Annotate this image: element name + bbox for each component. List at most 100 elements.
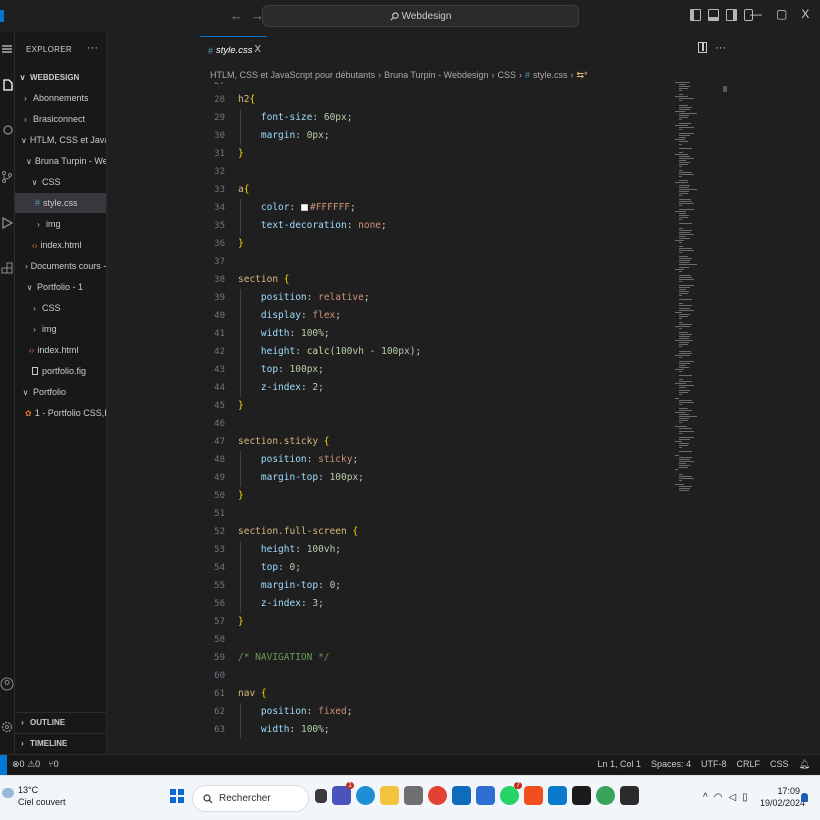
- code-line[interactable]: 27: [200, 82, 670, 91]
- encoding[interactable]: UTF-8: [701, 759, 727, 770]
- gear-icon[interactable]: [0, 720, 14, 734]
- workspace-root[interactable]: ∨ WEBDESIGN: [15, 67, 106, 87]
- ports-indicator[interactable]: ⑂0: [48, 759, 58, 770]
- code-line[interactable]: 49 margin-top: 100px;: [200, 469, 670, 487]
- code-line[interactable]: 28 h2{: [200, 91, 670, 109]
- tab-style-css[interactable]: # style.css X: [200, 36, 267, 64]
- tree-folder-brasiconnect[interactable]: › Brasiconnect: [15, 109, 106, 129]
- close-window-button[interactable]: X: [801, 7, 809, 21]
- files-icon[interactable]: [0, 78, 14, 92]
- figma-icon[interactable]: [524, 786, 543, 805]
- breadcrumb-item[interactable]: CSS: [497, 70, 516, 80]
- code-line[interactable]: 29 font-size: 60px;: [200, 109, 670, 127]
- extensions-icon[interactable]: [0, 262, 14, 276]
- run-debug-icon[interactable]: [0, 216, 14, 230]
- mail-icon[interactable]: [476, 786, 495, 805]
- code-line[interactable]: 36}: [200, 235, 670, 253]
- remote-indicator[interactable]: [0, 755, 7, 775]
- edge-icon[interactable]: [356, 786, 375, 805]
- tree-file-style-css[interactable]: # style.css: [15, 193, 106, 213]
- editor-scrollbar[interactable]: [723, 86, 727, 92]
- breadcrumb-item[interactable]: style.css: [533, 70, 568, 80]
- paint-icon[interactable]: [572, 786, 591, 805]
- toggle-panel-icon[interactable]: [708, 9, 719, 21]
- breadcrumb-symbol[interactable]: *: [584, 70, 588, 80]
- source-control-icon[interactable]: [0, 170, 14, 184]
- breadcrumb-item[interactable]: HTLM, CSS et JavaScript pour débutants: [210, 70, 375, 80]
- code-line[interactable]: 55 margin-top: 0;: [200, 577, 670, 595]
- code-line[interactable]: 62 position: fixed;: [200, 703, 670, 721]
- code-line[interactable]: 60: [200, 667, 670, 685]
- code-line[interactable]: 54 top: 0;: [200, 559, 670, 577]
- code-line[interactable]: 59 /* NAVIGATION */: [200, 649, 670, 667]
- tree-file-portfolio-fig[interactable]: portfolio.fig: [15, 361, 106, 381]
- code-line[interactable]: 53 height: 100vh;: [200, 541, 670, 559]
- code-line[interactable]: 61 nav {: [200, 685, 670, 703]
- explorer-more-actions[interactable]: ···: [87, 42, 98, 54]
- code-line[interactable]: 47 section.sticky {: [200, 433, 670, 451]
- volume-icon[interactable]: ◁: [728, 792, 736, 803]
- code-line[interactable]: 30 margin: 0px;: [200, 127, 670, 145]
- code-line[interactable]: 32: [200, 163, 670, 181]
- account-icon[interactable]: [0, 677, 14, 691]
- wifi-icon[interactable]: ◠: [714, 792, 723, 803]
- start-button[interactable]: [170, 789, 184, 803]
- weather-widget[interactable]: 13°C Ciel couvert: [2, 784, 66, 808]
- code-line[interactable]: 31}: [200, 145, 670, 163]
- code-line[interactable]: 63 width: 100%;: [200, 721, 670, 739]
- code-line[interactable]: 43 top: 100px;: [200, 361, 670, 379]
- breadcrumb-item[interactable]: Bruna Turpin - Webdesign: [384, 70, 488, 80]
- tree-folder-portfolio-1[interactable]: ∨ Portfolio - 1: [15, 277, 106, 297]
- code-line[interactable]: 56 z-index: 3;: [200, 595, 670, 613]
- code-line[interactable]: 40 display: flex;: [200, 307, 670, 325]
- code-line[interactable]: 34 color: #FFFFFF;: [200, 199, 670, 217]
- chrome-icon[interactable]: [428, 786, 447, 805]
- tree-folder-documents-cours[interactable]: ›Documents cours - ...: [15, 256, 106, 276]
- maximize-button[interactable]: ▢: [776, 7, 787, 21]
- vscode-icon[interactable]: [548, 786, 567, 805]
- tree-folder-abonnements[interactable]: › Abonnements: [15, 88, 106, 108]
- close-tab-button[interactable]: X: [254, 44, 261, 55]
- terminal-icon[interactable]: [620, 786, 639, 805]
- tree-file-index-html[interactable]: ‹› index.html: [15, 340, 106, 360]
- code-line[interactable]: 39 position: relative;: [200, 289, 670, 307]
- code-line[interactable]: 50}: [200, 487, 670, 505]
- edge-beta-icon[interactable]: [596, 786, 615, 805]
- code-line[interactable]: 35 text-decoration: none;: [200, 217, 670, 235]
- tree-folder-htlm-css-js[interactable]: ∨HTLM, CSS et JavaScri...: [15, 130, 106, 150]
- cursor-position[interactable]: Ln 1, Col 1: [597, 759, 641, 770]
- split-editor-icon[interactable]: [698, 42, 707, 53]
- code-line[interactable]: 37: [200, 253, 670, 271]
- indentation[interactable]: Spaces: 4: [651, 759, 691, 770]
- language-mode[interactable]: CSS: [770, 759, 789, 770]
- tree-folder-css[interactable]: › CSS: [15, 298, 106, 318]
- task-view-icon[interactable]: [315, 789, 327, 803]
- tree-item-portfolio-project[interactable]: ✿1 - Portfolio CSS,HT...: [15, 403, 106, 423]
- taskbar-search[interactable]: Rechercher: [192, 785, 309, 812]
- code-line[interactable]: 51: [200, 505, 670, 523]
- code-line[interactable]: 46: [200, 415, 670, 433]
- code-line[interactable]: 38 section {: [200, 271, 670, 289]
- line-endings[interactable]: CRLF: [737, 759, 761, 770]
- code-line[interactable]: 42 height: calc(100vh - 100px);: [200, 343, 670, 361]
- store-icon[interactable]: [404, 786, 423, 805]
- code-line[interactable]: 58: [200, 631, 670, 649]
- outlook-icon[interactable]: [452, 786, 471, 805]
- code-line[interactable]: 45}: [200, 397, 670, 415]
- back-arrow-icon[interactable]: ←: [230, 8, 251, 23]
- editor-more-actions[interactable]: ···: [715, 42, 726, 54]
- tree-folder-css[interactable]: ∨ CSS: [15, 172, 106, 192]
- code-line[interactable]: 41 width: 100%;: [200, 325, 670, 343]
- tree-folder-img[interactable]: › img: [15, 319, 106, 339]
- code-line[interactable]: 48 position: sticky;: [200, 451, 670, 469]
- notification-bell-icon[interactable]: [801, 793, 808, 802]
- code-line[interactable]: 57}: [200, 613, 670, 631]
- timeline-section[interactable]: › TIMELINE: [15, 733, 106, 753]
- tree-folder-img[interactable]: › img: [15, 214, 106, 234]
- battery-icon[interactable]: ▯: [742, 792, 748, 803]
- search-icon[interactable]: [0, 124, 14, 138]
- whatsapp-icon[interactable]: 7: [500, 782, 522, 805]
- outline-section[interactable]: › OUTLINE: [15, 712, 106, 732]
- file-explorer-icon[interactable]: [380, 786, 399, 805]
- problems-indicator[interactable]: ⊗0 ⚠0: [12, 759, 40, 770]
